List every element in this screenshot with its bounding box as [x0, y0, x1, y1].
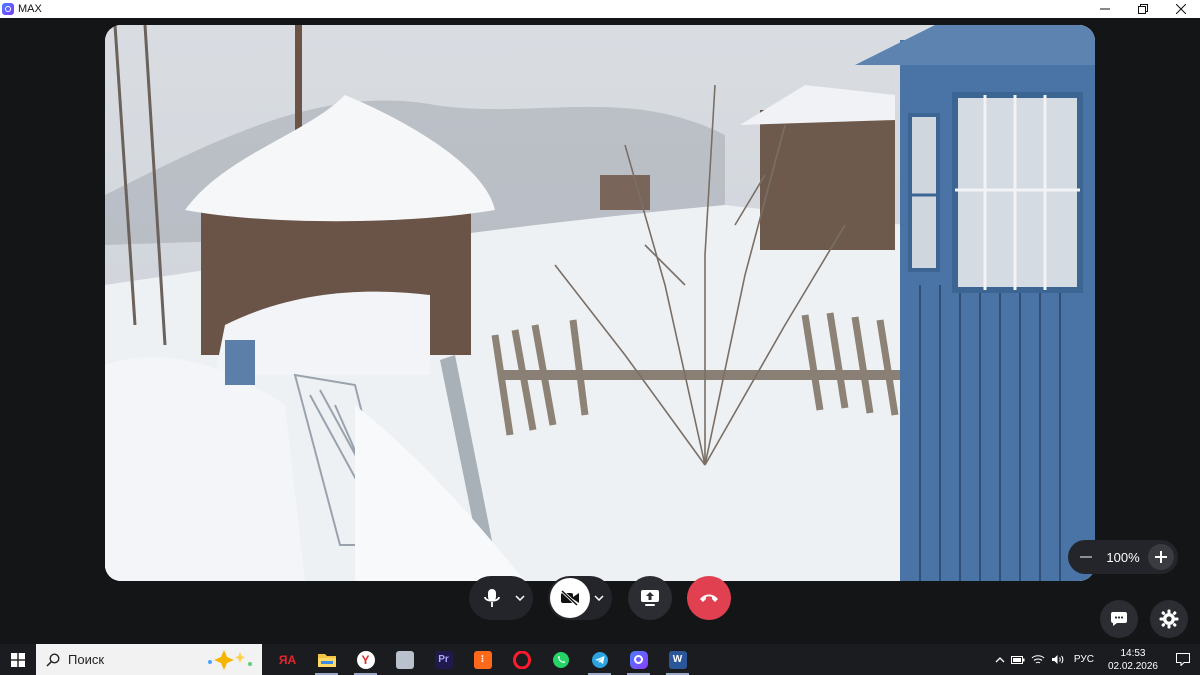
- window-title: MAX: [18, 3, 42, 15]
- start-button[interactable]: [0, 644, 36, 675]
- chevron-down-icon: [515, 595, 525, 601]
- max-app-icon: [2, 3, 14, 15]
- chat-button[interactable]: [1100, 600, 1138, 638]
- gray-app-icon: [395, 650, 414, 669]
- minus-icon: [1080, 556, 1092, 558]
- screen-share-icon: [641, 590, 659, 606]
- whatsapp-icon: [552, 651, 569, 668]
- restore-icon: [1138, 4, 1148, 14]
- zoom-level: 100%: [1106, 549, 1140, 565]
- clock[interactable]: 14:53 02.02.2026: [1100, 647, 1166, 673]
- taskbar-app-orange[interactable]: ⁝: [463, 644, 502, 675]
- search-placeholder: Поиск: [68, 652, 105, 667]
- battery-icon: [1010, 655, 1025, 664]
- taskbar-whatsapp[interactable]: [541, 644, 580, 675]
- taskbar-telegram[interactable]: [580, 644, 619, 675]
- notifications-button[interactable]: [1166, 644, 1200, 675]
- taskbar-file-explorer[interactable]: [307, 644, 346, 675]
- taskbar-yandex-browser[interactable]: Y: [346, 644, 385, 675]
- gear-icon: [1159, 609, 1179, 629]
- video-feed[interactable]: [105, 25, 1095, 581]
- speaker-icon: [1051, 655, 1064, 664]
- call-stage: 100%: [0, 18, 1200, 644]
- battery-indicator[interactable]: [1008, 644, 1028, 675]
- wifi-indicator[interactable]: [1028, 644, 1048, 675]
- notification-icon: [1176, 653, 1190, 666]
- taskbar: Поиск ЯА Y Pr ⁝ W РУС 14:53 02.02.2026: [0, 644, 1200, 675]
- taskbar-opera[interactable]: [502, 644, 541, 675]
- taskbar-app-red-logo[interactable]: ЯА: [268, 644, 307, 675]
- camera-control: [548, 576, 612, 620]
- chevron-down-icon: [594, 595, 604, 601]
- minimize-icon: [1100, 8, 1110, 10]
- microphone-control: [469, 576, 533, 620]
- max-icon: [629, 650, 648, 669]
- chevron-up-icon: [995, 656, 1005, 662]
- telegram-icon: [591, 651, 608, 668]
- screen-share-button[interactable]: [628, 576, 672, 620]
- phone-hangup-icon: [700, 594, 718, 602]
- clock-date: 02.02.2026: [1107, 660, 1158, 672]
- chat-icon: [1111, 612, 1127, 626]
- title-bar: MAX: [0, 0, 1200, 18]
- camera-off-icon: [560, 590, 579, 606]
- plus-icon: [1155, 551, 1167, 563]
- microphone-menu-button[interactable]: [513, 592, 527, 604]
- yandex-browser-icon: Y: [356, 650, 375, 669]
- restore-button[interactable]: [1124, 0, 1162, 18]
- microphone-button[interactable]: [478, 584, 506, 612]
- taskbar-search[interactable]: Поиск: [36, 644, 262, 675]
- wifi-icon: [1031, 655, 1045, 664]
- taskbar-app-gray[interactable]: [385, 644, 424, 675]
- sparkle-icon: [208, 650, 252, 670]
- camera-menu-button[interactable]: [592, 592, 606, 604]
- zoom-in-button[interactable]: [1148, 544, 1174, 570]
- snowy-village-scene: [105, 25, 1095, 581]
- camera-toggle-button[interactable]: [550, 578, 590, 618]
- microphone-icon: [484, 589, 500, 607]
- word-icon: W: [668, 650, 687, 669]
- search-icon: [46, 652, 60, 667]
- folder-icon: [317, 654, 336, 667]
- premiere-pro-icon: Pr: [434, 650, 453, 669]
- red-logo-icon: ЯА: [278, 652, 297, 667]
- close-button[interactable]: [1162, 0, 1200, 18]
- close-icon: [1176, 4, 1186, 14]
- system-tray: РУС 14:53 02.02.2026: [992, 644, 1200, 675]
- orange-app-icon: ⁝: [473, 650, 492, 669]
- taskbar-premiere-pro[interactable]: Pr: [424, 644, 463, 675]
- minimize-button[interactable]: [1086, 0, 1124, 18]
- taskbar-max[interactable]: [619, 644, 658, 675]
- taskbar-word[interactable]: W: [658, 644, 697, 675]
- settings-button[interactable]: [1150, 600, 1188, 638]
- zoom-control: 100%: [1068, 540, 1178, 574]
- windows-logo-icon: [11, 652, 25, 667]
- language-indicator[interactable]: РУС: [1068, 654, 1100, 665]
- volume-indicator[interactable]: [1048, 644, 1068, 675]
- tray-expand-button[interactable]: [992, 644, 1008, 675]
- opera-icon: [512, 650, 531, 669]
- clock-time: 14:53: [1120, 647, 1146, 659]
- zoom-out-button[interactable]: [1074, 545, 1098, 569]
- end-call-button[interactable]: [687, 576, 731, 620]
